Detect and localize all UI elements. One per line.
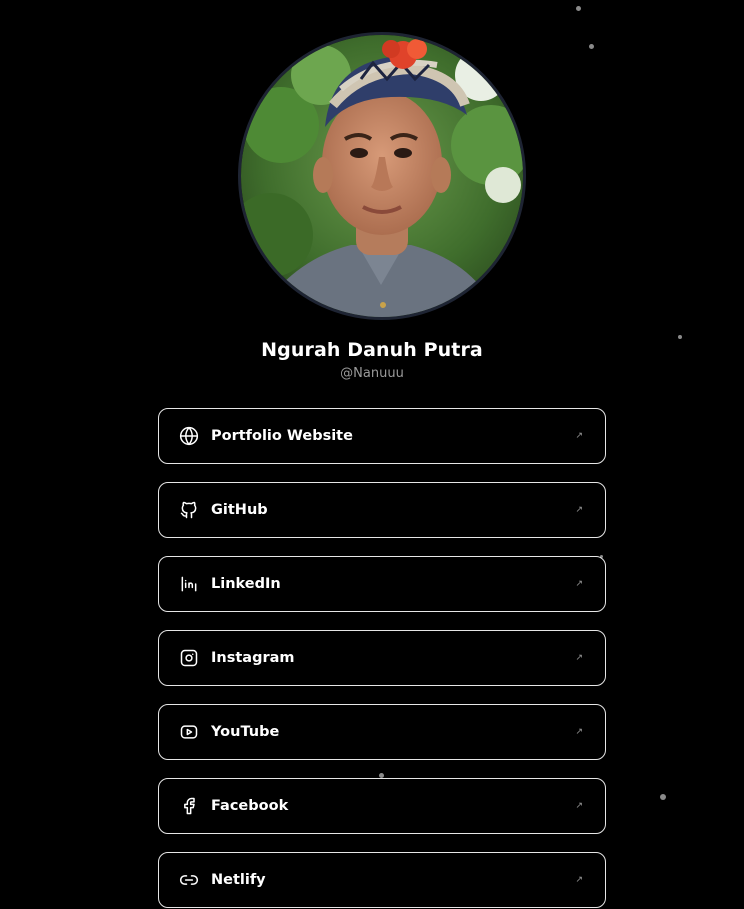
link-label: Facebook [211, 798, 289, 814]
external-arrow-icon: ↗ [575, 653, 583, 663]
star-particle [589, 44, 594, 49]
link-list: Portfolio Website ↗ GitHub ↗ LinkedIn ↗ … [158, 408, 606, 909]
star-particle [660, 794, 666, 800]
link-youtube[interactable]: YouTube ↗ [158, 704, 606, 760]
link-label: Instagram [211, 650, 295, 666]
link-facebook[interactable]: Facebook ↗ [158, 778, 606, 834]
star-particle [576, 6, 581, 11]
external-arrow-icon: ↗ [575, 727, 583, 737]
link-label: Netlify [211, 872, 266, 888]
external-arrow-icon: ↗ [575, 431, 583, 441]
youtube-icon [179, 722, 199, 742]
external-arrow-icon: ↗ [575, 579, 583, 589]
github-icon [179, 500, 199, 520]
link-label: Portfolio Website [211, 428, 353, 444]
globe-icon [179, 426, 199, 446]
link-instagram[interactable]: Instagram ↗ [158, 630, 606, 686]
avatar [238, 32, 526, 320]
instagram-icon [179, 648, 199, 668]
linkedin-icon [179, 574, 199, 594]
link-in-bio-page: Ngurah Danuh Putra @Nanuuu Portfolio Web… [0, 0, 744, 909]
profile-handle: @Nanuuu [340, 366, 404, 381]
link-label: LinkedIn [211, 576, 281, 592]
facebook-icon [179, 796, 199, 816]
profile-name: Ngurah Danuh Putra [261, 339, 483, 361]
link-portfolio-website[interactable]: Portfolio Website ↗ [158, 408, 606, 464]
link-netlify[interactable]: Netlify ↗ [158, 852, 606, 908]
link-icon [179, 870, 199, 890]
external-arrow-icon: ↗ [575, 505, 583, 515]
link-label: GitHub [211, 502, 268, 518]
link-github[interactable]: GitHub ↗ [158, 482, 606, 538]
external-arrow-icon: ↗ [575, 875, 583, 885]
external-arrow-icon: ↗ [575, 801, 583, 811]
link-label: YouTube [211, 724, 280, 740]
link-linkedin[interactable]: LinkedIn ↗ [158, 556, 606, 612]
